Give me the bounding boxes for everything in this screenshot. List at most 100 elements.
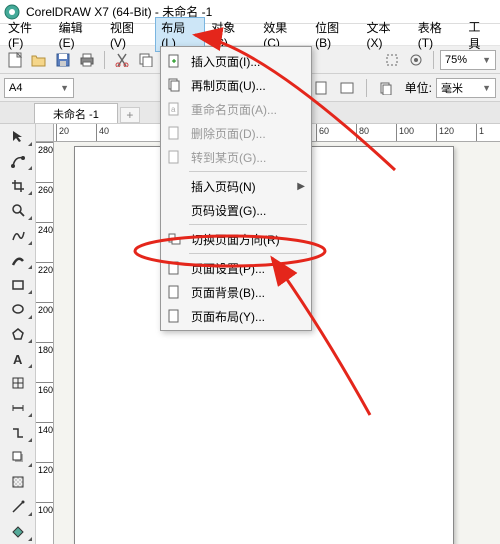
ruler-tick: 20 [56,124,96,142]
menu-item-label: 插入页码(N) [191,178,297,195]
ruler-tick: 200 [36,302,53,342]
toolbox: A [0,124,36,544]
menu-item-label: 页码设置(G)... [191,202,305,219]
dropdown-arrow-icon: ▼ [482,83,491,93]
menu-page-number-settings[interactable]: 页码设置(G)... [161,198,311,222]
ruler-tick: 280 [36,142,53,182]
duplicate-page-icon [165,76,183,94]
menu-item-label: 页面背景(B)... [191,284,305,301]
ruler-tick: 160 [36,382,53,422]
artistic-media-tool[interactable] [2,249,34,272]
unit-combo[interactable]: 毫米 ▼ [436,78,496,98]
menu-bitmaps[interactable]: 位图(B) [309,17,360,52]
ruler-tick: 40 [96,124,136,142]
ruler-tick: 140 [36,422,53,462]
menu-item-label: 页面设置(P)... [191,260,305,277]
add-tab-button[interactable]: + [120,107,140,123]
all-pages-button[interactable] [375,77,397,99]
svg-text:A: A [13,352,23,366]
blank-icon [165,201,183,219]
dropdown-arrow-icon: ▼ [60,83,69,93]
table-tool[interactable] [2,372,34,395]
menu-view[interactable]: 视图(V) [104,17,155,52]
snap-button[interactable] [381,49,403,71]
freehand-tool[interactable] [2,224,34,247]
unit-value: 毫米 [441,80,463,96]
copy-button[interactable] [135,49,157,71]
pick-tool[interactable] [2,125,34,148]
ruler-tick: 180 [36,342,53,382]
menu-text[interactable]: 文本(X) [360,17,411,52]
document-tab[interactable]: 未命名 -1 [34,103,118,123]
menu-goto-page[interactable]: 转到某页(G)... [161,145,311,169]
ellipse-tool[interactable] [2,298,34,321]
unit-label: 单位: [405,79,432,96]
menu-separator [189,224,307,225]
menu-table[interactable]: 表格(T) [412,17,463,52]
connector-tool[interactable] [2,421,34,444]
save-button[interactable] [52,49,74,71]
menu-tools[interactable]: 工具 [462,16,498,54]
new-button[interactable] [4,49,26,71]
ruler-tick: 260 [36,182,53,222]
menu-item-label: 切换页面方向(R) [191,231,305,248]
polygon-tool[interactable] [2,323,34,346]
menu-insert-page[interactable]: 插入页面(I)... [161,49,311,73]
toolbar-separator [366,79,367,97]
submenu-arrow-icon: ▶ [297,181,305,192]
menu-insert-page-number[interactable]: 插入页码(N) ▶ [161,174,311,198]
ruler-tick: 240 [36,222,53,262]
menu-separator [189,253,307,254]
eyedropper-tool[interactable] [2,496,34,519]
menu-item-label: 页面布局(Y)... [191,308,305,325]
portrait-button[interactable] [310,77,332,99]
page-layout-icon [165,307,183,325]
menu-file[interactable]: 文件(F) [2,17,53,52]
menu-page-background[interactable]: 页面背景(B)... [161,280,311,304]
zoom-value: 75% [445,54,467,66]
rectangle-tool[interactable] [2,273,34,296]
text-tool[interactable]: A [2,347,34,370]
shape-tool[interactable] [2,150,34,173]
transparency-tool[interactable] [2,471,34,494]
menu-separator [189,171,307,172]
rename-page-icon: a [165,100,183,118]
zoom-combo[interactable]: 75%▼ [440,50,496,70]
goto-page-icon [165,148,183,166]
paper-size-combo[interactable]: A4 ▼ [4,78,74,98]
page-background-icon [165,283,183,301]
menu-item-label: 重命名页面(A)... [191,101,305,118]
dimension-tool[interactable] [2,397,34,420]
menu-bar: 文件(F) 编辑(E) 视图(V) 布局(L) 对象(C) 效果(C) 位图(B… [0,24,500,46]
zoom-tool[interactable] [2,199,34,222]
page-setup-icon [165,259,183,277]
menu-delete-page[interactable]: 删除页面(D)... [161,121,311,145]
options-button[interactable] [405,49,427,71]
print-button[interactable] [76,49,98,71]
menu-rename-page[interactable]: a 重命名页面(A)... [161,97,311,121]
ruler-tick: 220 [36,262,53,302]
menu-duplicate-page[interactable]: 再制页面(U)... [161,73,311,97]
crop-tool[interactable] [2,174,34,197]
menu-page-layout[interactable]: 页面布局(Y)... [161,304,311,328]
menu-item-label: 插入页面(I)... [191,53,305,70]
open-button[interactable] [28,49,50,71]
orientation-icon [165,230,183,248]
cut-button[interactable] [111,49,133,71]
menu-edit[interactable]: 编辑(E) [53,17,104,52]
menu-item-label: 再制页面(U)... [191,77,305,94]
ruler-tick: 60 [316,124,356,142]
vertical-ruler[interactable]: 280 260 240 220 200 180 160 140 120 100 [36,142,54,544]
ruler-tick: 1 [476,124,500,142]
drop-shadow-tool[interactable] [2,446,34,469]
insert-page-icon [165,52,183,70]
fill-tool[interactable] [2,520,34,543]
ruler-tick: 100 [36,502,53,542]
menu-item-label: 转到某页(G)... [191,149,305,166]
landscape-button[interactable] [336,77,358,99]
paper-size-value: A4 [9,82,22,94]
menu-switch-orientation[interactable]: 切换页面方向(R) [161,227,311,251]
delete-page-icon [165,124,183,142]
menu-page-setup[interactable]: 页面设置(P)... [161,256,311,280]
toolbar-separator [433,51,434,69]
